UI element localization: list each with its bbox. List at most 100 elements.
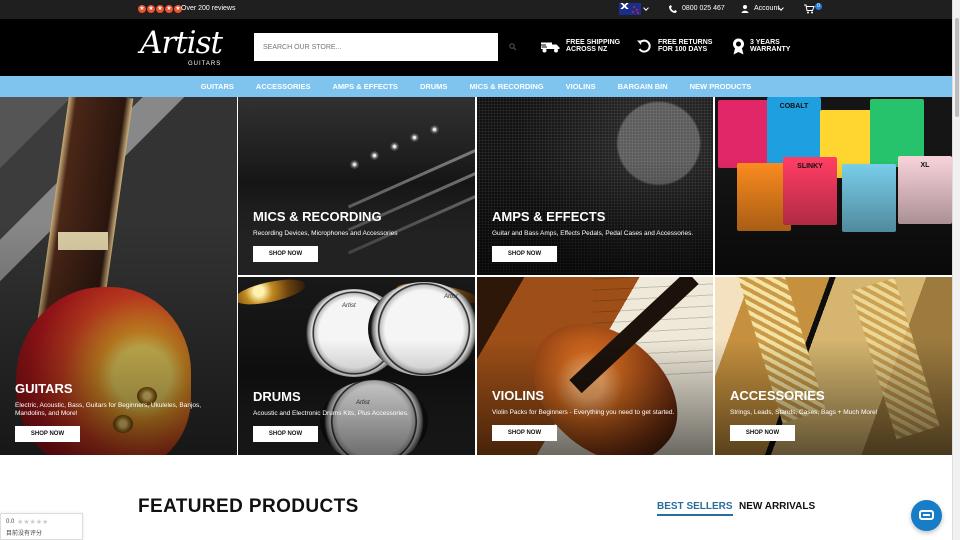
string-packet-image [718, 100, 772, 168]
star-icon: ★ [147, 5, 155, 13]
warranty-line-1: 3 YEARS [750, 39, 780, 46]
rating-status-text: 目前没有评分 [6, 531, 43, 537]
nav-item-guitars[interactable]: GUITARS [190, 76, 245, 97]
nav-item-violins[interactable]: VIOLINS [555, 76, 607, 97]
mixer-knob-image [370, 151, 379, 160]
logo-subtitle: GUITARS [188, 61, 222, 67]
star-icon: ★ [138, 5, 146, 13]
return-icon [637, 39, 651, 53]
mics-tile-description: Recording Devices, Microphones and Acces… [253, 230, 398, 237]
amps-tile-title: AMPS & EFFECTS [492, 209, 606, 224]
string-packet-image: SLINKY [783, 157, 837, 225]
guitars-tile-description: Electric, Acoustic, Bass, Guitars for Be… [15, 402, 202, 417]
nav-item-bargain-bin[interactable]: BARGAIN BIN [607, 76, 679, 97]
free-shipping-line-2: ACROSS NZ [566, 46, 608, 53]
chevron-down-icon[interactable] [643, 5, 649, 11]
amps-effects-category-tile[interactable]: AMPS & EFFECTS Guitar and Bass Amps, Eff… [477, 97, 713, 275]
account-link[interactable]: Account [754, 5, 779, 12]
free-returns-line-1: FREE RETURNS [658, 39, 713, 46]
mixer-knob-image [410, 133, 419, 142]
mixer-knob-image [350, 160, 359, 169]
site-header: Artist GUITARS FREE SHIPPING ACROSS NZ F… [0, 19, 952, 76]
nav-item-drums[interactable]: DRUMS [409, 76, 459, 97]
guitars-tile-content: GUITARS Electric, Acoustic, Bass, Guitar… [15, 381, 220, 442]
string-packets-image-tile: COBALT SLINKY XL [715, 97, 952, 275]
free-returns-feature: FREE RETURNS FOR 100 DAYS [636, 38, 714, 54]
scroll-thumb[interactable] [955, 18, 959, 117]
user-icon[interactable] [740, 4, 750, 14]
tab-best-sellers[interactable]: BEST SELLERS [657, 501, 733, 516]
warranty-icon [733, 38, 744, 55]
amps-tile-content: AMPS & EFFECTS Guitar and Bass Amps, Eff… [492, 209, 697, 262]
guitar-pickup-image [58, 232, 108, 250]
free-shipping-feature: FREE SHIPPING ACROSS NZ [540, 38, 622, 54]
top-utility-bar: ★ ★ ★ ★ ★ Over 200 reviews 0800 025 467 … [0, 0, 952, 19]
reviews-link[interactable]: Over 200 reviews [181, 5, 235, 12]
accessories-category-tile[interactable]: ACCESSORIES Strings, Leads, Stands, Case… [715, 277, 952, 455]
guitars-category-tile[interactable]: GUITARS Electric, Acoustic, Bass, Guitar… [0, 97, 237, 455]
mics-recording-category-tile[interactable]: MICS & RECORDING Recording Devices, Micr… [238, 97, 475, 275]
drums-category-tile[interactable]: Artist Artist Artist DRUMS Acoustic and … [238, 277, 475, 455]
search-box[interactable] [254, 33, 498, 61]
drum-brand-label: Artist [444, 294, 458, 300]
tab-new-arrivals[interactable]: NEW ARRIVALS [739, 501, 815, 512]
violins-category-tile[interactable]: VIOLINS Violin Packs for Beginners - Eve… [477, 277, 713, 455]
rating-widget[interactable]: 0.0 ★★★★★ 目前没有评分 [0, 513, 83, 540]
rating-score: 0.0 [6, 519, 15, 525]
cart-icon[interactable] [803, 4, 815, 14]
mics-tile-content: MICS & RECORDING Recording Devices, Micr… [253, 209, 458, 262]
star-icon: ★ [165, 5, 173, 13]
phone-icon[interactable] [668, 4, 678, 14]
featured-products-heading: FEATURED PRODUCTS [138, 496, 359, 517]
drums-tile-content: DRUMS Acoustic and Electronic Drums Kits… [253, 389, 458, 442]
warranty-feature: 3 YEARS WARRANTY [731, 38, 797, 55]
mics-shop-now-button[interactable]: SHOP NOW [253, 246, 318, 262]
mixer-knob-image [390, 142, 399, 151]
mixer-channel-image [347, 144, 475, 209]
phone-number[interactable]: 0800 025 467 [682, 5, 725, 12]
accessories-tile-title: ACCESSORIES [730, 388, 825, 403]
search-icon[interactable] [509, 43, 517, 51]
tom-drum-image: Artist [368, 282, 475, 376]
logo-script-text: Artist [140, 25, 223, 61]
drums-shop-now-button[interactable]: SHOP NOW [253, 426, 318, 442]
string-packet-image: XL [898, 156, 952, 224]
search-input[interactable] [254, 33, 498, 61]
chat-button[interactable] [911, 500, 942, 531]
nav-item-new-products[interactable]: NEW PRODUCTS [679, 76, 763, 97]
nav-item-accessories[interactable]: ACCESSORIES [245, 76, 322, 97]
accessories-tile-content: ACCESSORIES Strings, Leads, Stands, Case… [730, 388, 935, 441]
drum-brand-label: Artist [342, 303, 356, 309]
cymbal-image [395, 279, 475, 309]
new-zealand-flag-icon[interactable] [619, 3, 641, 15]
warranty-text: 3 YEARS WARRANTY [750, 39, 790, 53]
bass-drum-image: Artist [305, 289, 403, 377]
violins-tile-description: Violin Packs for Beginners - Everything … [492, 409, 675, 416]
chat-icon [919, 510, 934, 520]
cart-count-badge: 0 [815, 3, 822, 10]
free-shipping-line-1: FREE SHIPPING [566, 39, 621, 46]
amps-shop-now-button[interactable]: SHOP NOW [492, 246, 557, 262]
guitars-shop-now-button[interactable]: SHOP NOW [15, 426, 80, 442]
string-packet-image [870, 99, 924, 167]
free-returns-line-2: FOR 100 DAYS [658, 46, 708, 53]
nav-item-mics-recording[interactable]: MICS & RECORDING [458, 76, 554, 97]
sheet-music-image [593, 277, 713, 382]
xl-packet-label: XL [920, 162, 930, 169]
page-scrollbar[interactable] [952, 0, 960, 540]
artist-guitars-logo[interactable]: Artist GUITARS [138, 25, 234, 69]
accessories-tile-description: Strings, Leads, Stands, Cases, Bags + Mu… [730, 409, 878, 416]
accessories-shop-now-button[interactable]: SHOP NOW [730, 425, 795, 441]
drums-tile-description: Acoustic and Electronic Drums Kits, Plus… [253, 410, 409, 417]
mics-tile-title: MICS & RECORDING [253, 209, 382, 224]
nav-item-amps-effects[interactable]: AMPS & EFFECTS [322, 76, 409, 97]
cobalt-packet-label: COBALT [779, 103, 809, 110]
violins-shop-now-button[interactable]: SHOP NOW [492, 425, 557, 441]
guitars-tile-title: GUITARS [15, 381, 73, 396]
string-packet-image [737, 163, 791, 231]
drums-tile-title: DRUMS [253, 389, 301, 404]
free-returns-text: FREE RETURNS FOR 100 DAYS [658, 39, 712, 53]
star-icon: ★ [156, 5, 164, 13]
string-packet-image: COBALT [767, 97, 821, 165]
slinky-packet-label: SLINKY [797, 163, 823, 170]
